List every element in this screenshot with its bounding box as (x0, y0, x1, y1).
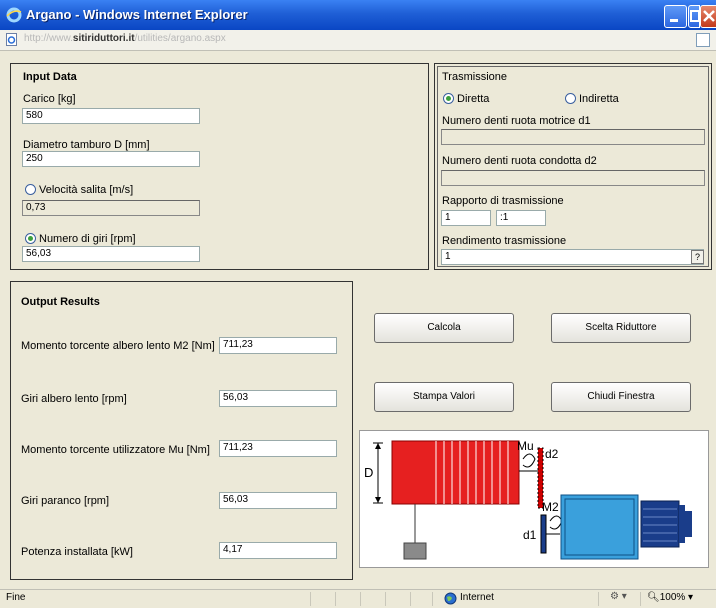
giri-input[interactable]: 56,03 (22, 246, 200, 262)
status-divider (598, 592, 599, 606)
output-label-mu: Momento torcente utilizzatore Mu [Nm] (21, 444, 210, 456)
d1-label: Numero denti ruota motrice d1 (442, 115, 591, 127)
rapporto-left-input[interactable]: 1 (441, 210, 491, 226)
close-icon (703, 10, 715, 22)
carico-label: Carico [kg] (23, 93, 76, 105)
output-label-m2: Momento torcente albero lento M2 [Nm] (21, 340, 215, 352)
protected-mode-icon[interactable]: ⚙ ▾ (610, 591, 627, 602)
diametro-label: Diametro tamburo D [mm] (23, 139, 150, 151)
diretta-option[interactable]: Diretta (443, 93, 489, 105)
globe-icon (444, 592, 457, 605)
scelta-riduttore-button[interactable]: Scelta Riduttore (551, 313, 691, 343)
label-mu: Mu (517, 439, 534, 453)
hoist-diagram: D Mu d2 M2 d1 (359, 430, 709, 568)
maximize-button[interactable] (688, 5, 700, 28)
input-data-panel: Input Data Carico [kg] 580 Diametro tamb… (10, 63, 429, 270)
output-value-giri-paranco[interactable]: 56,03 (219, 492, 337, 509)
zoom-level: 100% (659, 592, 686, 603)
rapporto-label: Rapporto di trasmissione (442, 195, 564, 207)
status-divider (360, 592, 361, 606)
velocita-field[interactable]: 0,73 (22, 200, 200, 216)
trasmissione-header: Trasmissione (442, 71, 507, 83)
output-value-giri-albero[interactable]: 56,03 (219, 390, 337, 407)
status-text: Fine (6, 592, 26, 603)
output-value-mu[interactable]: 711,23 (219, 440, 337, 457)
status-divider (335, 592, 336, 606)
diretta-radio[interactable] (443, 93, 454, 104)
page-icon (6, 33, 17, 46)
page-status-icon (696, 33, 710, 47)
minimize-button[interactable] (664, 5, 687, 28)
status-divider (410, 592, 411, 606)
zone-text: Internet (460, 592, 494, 603)
output-label-giri-paranco: Giri paranco [rpm] (21, 495, 110, 507)
output-results-panel: Output Results Momento torcente albero l… (10, 281, 353, 580)
d1-field[interactable] (441, 129, 705, 145)
indiretta-radio[interactable] (565, 93, 576, 104)
status-divider (310, 592, 311, 606)
giri-option[interactable]: Numero di giri [rpm] (25, 233, 136, 245)
rendimento-help-button[interactable]: ? (691, 250, 704, 264)
status-bar: Fine Internet ⚙ ▾ 🔍︎100% ▾ (0, 589, 716, 608)
indiretta-label: Indiretta (579, 93, 619, 105)
velocita-radio[interactable] (25, 184, 36, 195)
input-data-header: Input Data (23, 71, 77, 83)
status-divider (640, 592, 641, 606)
giri-label: Numero di giri [rpm] (39, 233, 136, 245)
rapporto-right-input[interactable]: :1 (496, 210, 546, 226)
label-d2: d2 (545, 447, 559, 461)
ie-logo-icon (6, 7, 22, 23)
calcola-button[interactable]: Calcola (374, 313, 514, 343)
d2-field[interactable] (441, 170, 705, 186)
maximize-icon (690, 10, 700, 22)
output-label-giri-albero: Giri albero lento [rpm] (21, 393, 127, 405)
diretta-label: Diretta (457, 93, 490, 105)
indiretta-option[interactable]: Indiretta (565, 93, 619, 105)
chiudi-finestra-button[interactable]: Chiudi Finestra (551, 382, 691, 412)
address-url: http://www.sitiriduttori.it/utilities/ar… (24, 33, 226, 44)
output-results-header: Output Results (21, 296, 100, 308)
diametro-input[interactable]: 250 (22, 151, 200, 167)
giri-radio[interactable] (25, 233, 36, 244)
title-bar: Argano - Windows Internet Explorer (0, 0, 716, 30)
d2-label: Numero denti ruota condotta d2 (442, 155, 597, 167)
status-divider (385, 592, 386, 606)
rendimento-input[interactable]: 1 (441, 249, 704, 265)
hoist-drawing (373, 440, 692, 560)
label-d: D (364, 465, 374, 480)
output-label-potenza: Potenza installata [kW] (21, 546, 133, 558)
status-divider (432, 592, 433, 606)
trasmissione-panel: Trasmissione Diretta Indiretta Numero de… (434, 63, 712, 270)
address-bar[interactable]: http://www.sitiriduttori.it/utilities/ar… (0, 30, 716, 51)
rendimento-label: Rendimento trasmissione (442, 235, 567, 247)
zoom-control[interactable]: 🔍︎100% ▾ (647, 592, 693, 603)
label-m2: M2 (542, 500, 559, 514)
output-value-potenza[interactable]: 4,17 (219, 542, 337, 559)
close-button[interactable] (700, 5, 716, 28)
carico-input[interactable]: 580 (22, 108, 200, 124)
velocita-option[interactable]: Velocità salita [m/s] (25, 184, 133, 196)
window-title: Argano - Windows Internet Explorer (26, 7, 248, 22)
velocita-label: Velocità salita [m/s] (39, 184, 134, 196)
stampa-valori-button[interactable]: Stampa Valori (374, 382, 514, 412)
label-d1: d1 (523, 528, 537, 542)
output-value-m2[interactable]: 711,23 (219, 337, 337, 354)
minimize-icon (670, 19, 678, 22)
